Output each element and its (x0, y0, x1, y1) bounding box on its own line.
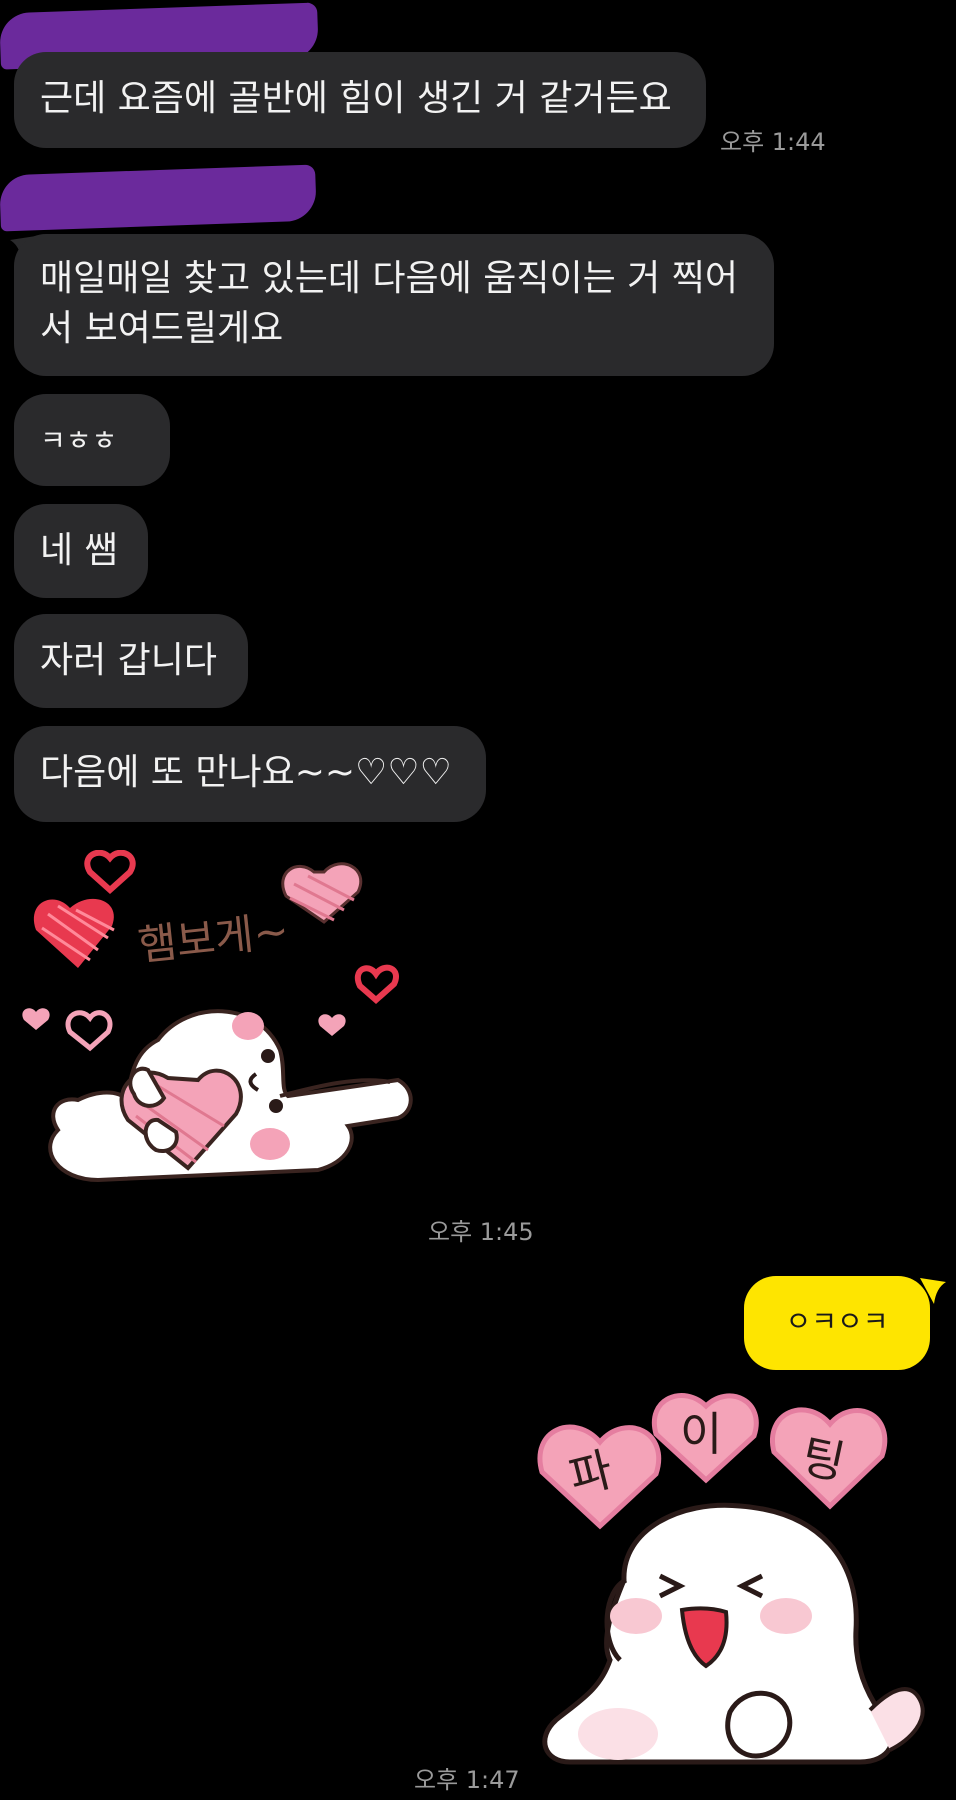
received-message-bubble[interactable]: 매일매일 찾고 있는데 다음에 움직이는 거 찍어 서 보여드릴게요 (14, 234, 774, 376)
message-text: ㅇㅋㅇㅋ (785, 1305, 889, 1338)
received-message-bubble[interactable]: ㅋㅎㅎ (14, 394, 170, 486)
heart-letter: 이 (680, 1407, 722, 1461)
received-sticker[interactable]: 햄보게~ (18, 849, 418, 1220)
received-message-bubble[interactable]: 다음에 또 만나요~~♡♡♡ (14, 726, 486, 822)
message-text: 네 쌤 (40, 530, 118, 571)
redacted-sender-name (0, 164, 317, 232)
message-text: 다음에 또 만나요~~♡♡♡ (40, 752, 452, 793)
sticker-caption: 햄보게~ (136, 906, 291, 971)
sent-message-bubble[interactable]: ㅇㅋㅇㅋ (744, 1276, 930, 1370)
message-timestamp: 오후 1:47 (414, 1766, 520, 1794)
bunny-heart-sticker-image: 햄보게~ (22, 849, 413, 1183)
message-text: 근데 요즘에 골반에 힘이 생긴 거 같거든요 (40, 78, 672, 119)
message-text: 자러 갑니다 (40, 640, 218, 681)
received-message-bubble[interactable]: 근데 요즘에 골반에 힘이 생긴 거 같거든요 (14, 52, 706, 148)
sent-sticker[interactable]: 파 이 팅 (530, 1390, 950, 1770)
fighting-bunny-sticker-image: 파 이 팅 (537, 1393, 925, 1765)
message-timestamp: 오후 1:45 (428, 1218, 534, 1246)
received-message-bubble[interactable]: 자러 갑니다 (14, 614, 248, 708)
message-text-line: 서 보여드릴게요 (40, 308, 284, 349)
received-message-bubble[interactable]: 네 쌤 (14, 504, 148, 598)
message-text: ㅋㅎㅎ (40, 424, 118, 457)
message-timestamp: 오후 1:44 (720, 128, 826, 156)
message-text-line: 매일매일 찾고 있는데 다음에 움직이는 거 찍어 (40, 258, 738, 299)
